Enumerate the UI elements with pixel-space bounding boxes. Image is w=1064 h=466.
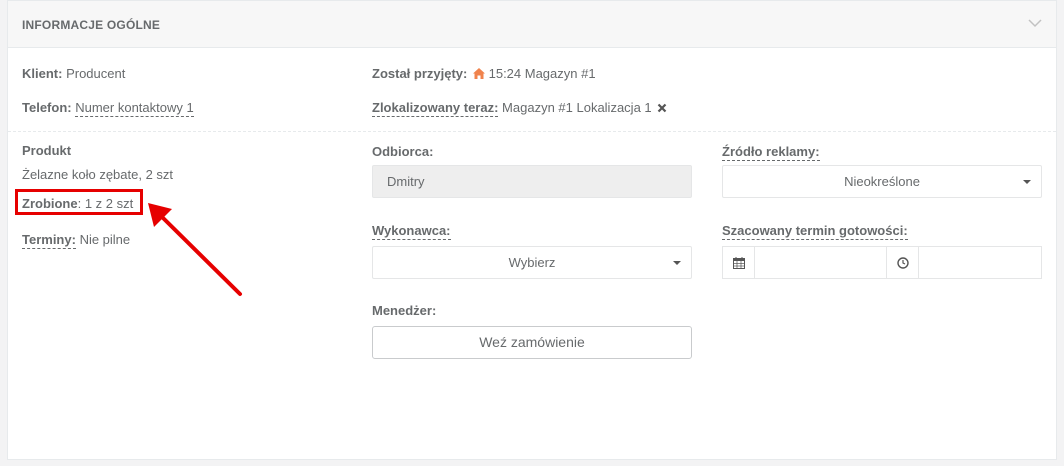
product-name: Żelazne koło zębate, 2 szt (22, 167, 174, 182)
product-name-row: Żelazne koło zębate, 2 szt (22, 167, 173, 182)
take-order-button[interactable]: Weź zamówienie (372, 326, 692, 359)
ad-source-label: Źródło reklamy: (722, 144, 820, 161)
deadline-time-input[interactable] (918, 246, 1042, 279)
manager-label: Menedżer: (372, 303, 437, 318)
highlight-box (15, 189, 143, 215)
product-label: Produkt (22, 143, 72, 158)
phone-label: Telefon: (22, 100, 72, 115)
deadline-label: Szacowany termin gotowości: (722, 223, 908, 240)
received-row: Został przyjęty: 15:24 Magazyn #1 (372, 66, 596, 81)
contractor-label-text[interactable]: Wykonawca: (372, 223, 451, 240)
received-value: 15:24 Magazyn #1 (488, 66, 596, 81)
home-icon (472, 68, 485, 79)
clock-addon[interactable] (886, 246, 919, 279)
phone-value[interactable]: Numer kontaktowy 1 (75, 100, 194, 117)
client-row: Klient: Producent (22, 66, 125, 81)
terms-label[interactable]: Terminy: (22, 232, 76, 249)
ad-source-select[interactable]: Nieokreślone (722, 165, 1042, 198)
located-value: Magazyn #1 Lokalizacja 1 (502, 100, 652, 115)
chevron-down-icon[interactable] (1028, 18, 1042, 28)
terms-value: Nie pilne (79, 232, 131, 247)
contractor-select-value: Wybierz (508, 255, 556, 270)
located-row: Zlokalizowany teraz: Magazyn #1 Lokaliza… (372, 100, 667, 117)
deadline-date-input[interactable] (754, 246, 887, 279)
contractor-label: Wykonawca: (372, 223, 451, 240)
phone-row: Telefon: Numer kontaktowy 1 (22, 100, 194, 117)
caret-down-icon (1023, 180, 1031, 184)
panel-title: INFORMACJE OGÓLNE (22, 18, 161, 32)
close-icon[interactable] (657, 103, 667, 113)
clock-icon (896, 256, 909, 269)
calendar-icon (732, 256, 745, 269)
product-heading-row: Produkt (22, 143, 71, 158)
section-divider (8, 131, 1056, 132)
terms-row: Terminy: Nie pilne (22, 232, 131, 249)
ad-source-select-value: Nieokreślone (844, 174, 920, 189)
caret-down-icon (673, 261, 681, 265)
recipient-label: Odbiorca: (372, 144, 434, 159)
panel-header[interactable]: INFORMACJE OGÓLNE (8, 1, 1056, 48)
received-label: Został przyjęty: (372, 66, 468, 81)
located-label[interactable]: Zlokalizowany teraz: (372, 100, 499, 117)
client-label: Klient: (22, 66, 63, 81)
deadline-label-text[interactable]: Szacowany termin gotowości: (722, 223, 908, 240)
ad-source-label-text[interactable]: Źródło reklamy: (722, 144, 820, 161)
recipient-input: Dmitry (372, 165, 692, 198)
client-value: Producent (66, 66, 126, 81)
calendar-addon[interactable] (722, 246, 755, 279)
annotation-arrow-icon (148, 203, 242, 296)
contractor-select[interactable]: Wybierz (372, 246, 692, 279)
